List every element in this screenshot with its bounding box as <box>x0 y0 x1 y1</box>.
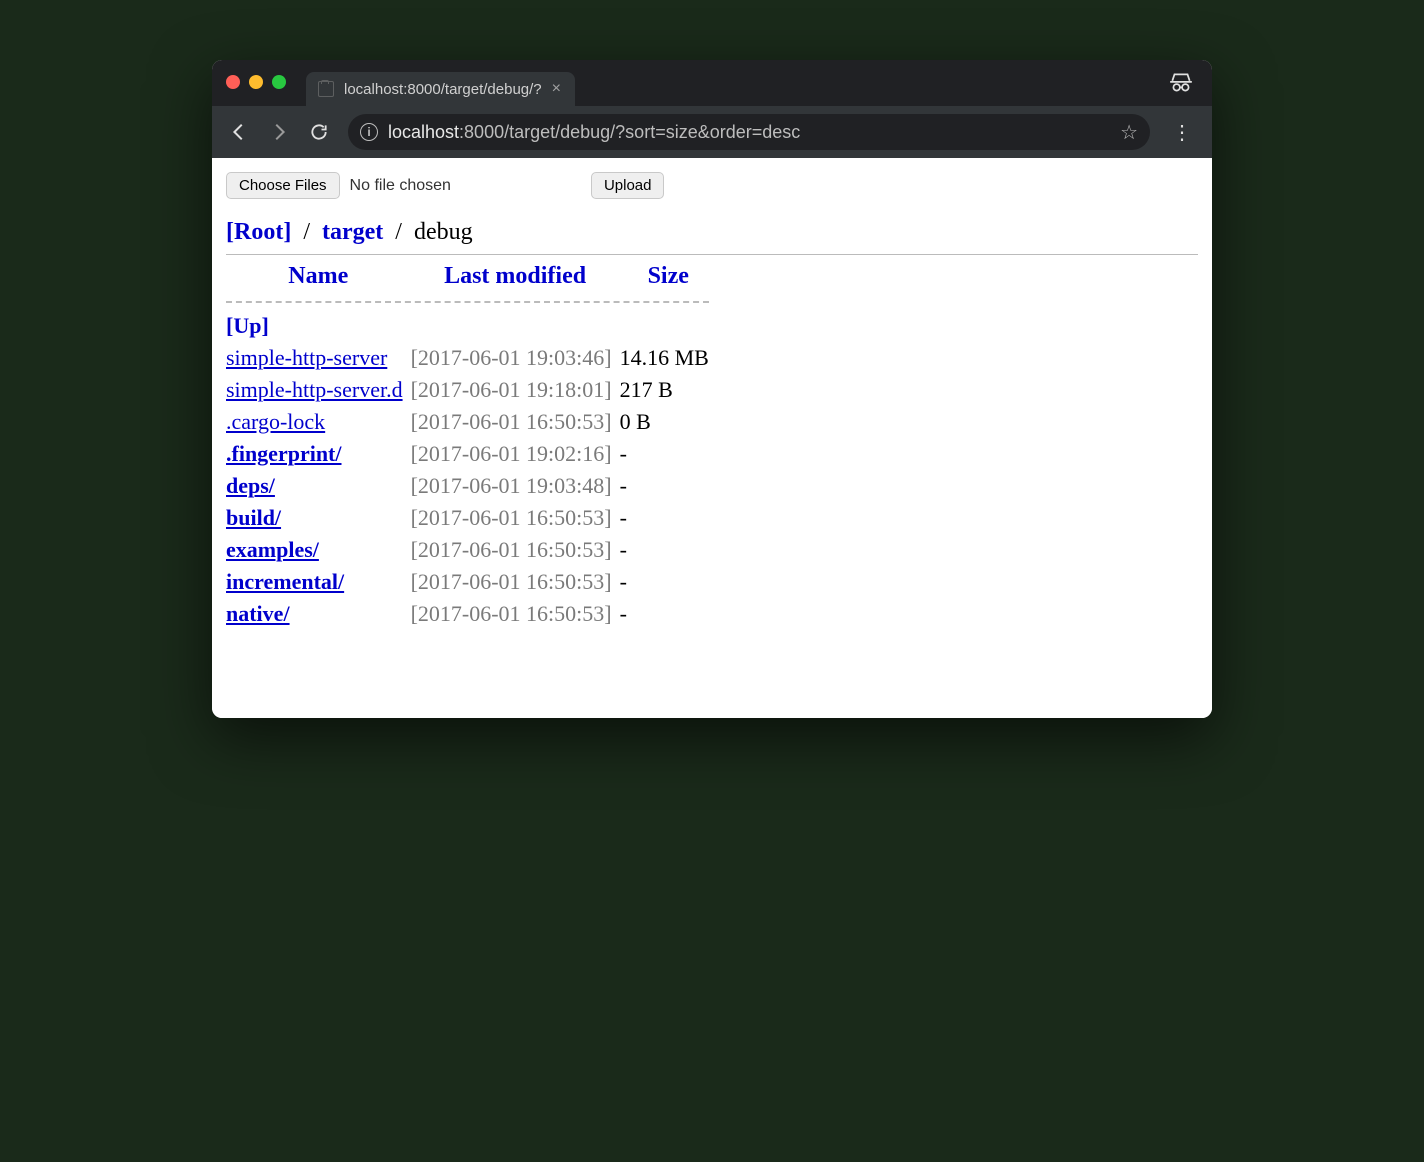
forward-button <box>262 115 296 149</box>
col-size[interactable]: Size <box>620 259 717 294</box>
folder-link[interactable]: native/ <box>226 601 290 626</box>
url-text: localhost:8000/target/debug/?sort=size&o… <box>388 122 1110 143</box>
table-row: .fingerprint/ [2017-06-01 19:02:16]- <box>226 438 717 470</box>
file-size: - <box>620 438 717 470</box>
table-row: incremental/ [2017-06-01 16:50:53]- <box>226 566 717 598</box>
file-modified: [2017-06-01 19:18:01] <box>411 374 620 406</box>
browser-window: localhost:8000/target/debug/? × i lo <box>212 60 1212 718</box>
file-modified: [2017-06-01 19:02:16] <box>411 438 620 470</box>
folder-link[interactable]: examples/ <box>226 537 319 562</box>
site-info-icon[interactable]: i <box>360 123 378 141</box>
minimize-window-button[interactable] <box>249 75 263 89</box>
close-tab-icon[interactable]: × <box>552 80 561 98</box>
breadcrumb: [Root] / target / debug <box>226 219 1198 246</box>
file-link[interactable]: .cargo-lock <box>226 409 325 434</box>
table-row: simple-http-server.d [2017-06-01 19:18:01… <box>226 374 717 406</box>
incognito-icon <box>1168 70 1194 96</box>
divider <box>226 254 1198 255</box>
file-size: 14.16 MB <box>620 342 717 374</box>
file-modified: [2017-06-01 16:50:53] <box>411 566 620 598</box>
file-modified: [2017-06-01 16:50:53] <box>411 534 620 566</box>
table-row: native/ [2017-06-01 16:50:53]- <box>226 598 717 630</box>
file-table: Name Last modified Size [Up] simple-http… <box>226 259 717 630</box>
file-link[interactable]: simple-http-server <box>226 345 387 370</box>
reload-button[interactable] <box>302 115 336 149</box>
menu-button[interactable]: ⋮ <box>1162 120 1202 145</box>
file-size: - <box>620 470 717 502</box>
file-modified: [2017-06-01 16:50:53] <box>411 502 620 534</box>
col-name[interactable]: Name <box>226 259 411 294</box>
address-bar[interactable]: i localhost:8000/target/debug/?sort=size… <box>348 114 1150 150</box>
titlebar: localhost:8000/target/debug/? × <box>212 60 1212 106</box>
file-modified: [2017-06-01 19:03:46] <box>411 342 620 374</box>
toolbar: i localhost:8000/target/debug/?sort=size… <box>212 106 1212 158</box>
table-row: .cargo-lock [2017-06-01 16:50:53]0 B <box>226 406 717 438</box>
breadcrumb-current: debug <box>414 219 473 245</box>
folder-link[interactable]: build/ <box>226 505 281 530</box>
file-size: - <box>620 598 717 630</box>
breadcrumb-root[interactable]: [Root] <box>226 219 291 245</box>
window-controls <box>226 75 286 89</box>
table-row: examples/ [2017-06-01 16:50:53]- <box>226 534 717 566</box>
table-row: simple-http-server [2017-06-01 19:03:46]1… <box>226 342 717 374</box>
file-chosen-status: No file chosen <box>350 177 451 195</box>
tab-title: localhost:8000/target/debug/? <box>344 81 542 98</box>
bookmark-icon[interactable]: ☆ <box>1120 120 1138 145</box>
file-size: 217 B <box>620 374 717 406</box>
file-modified: [2017-06-01 16:50:53] <box>411 406 620 438</box>
folder-link[interactable]: deps/ <box>226 473 275 498</box>
table-row: deps/ [2017-06-01 19:03:48]- <box>226 470 717 502</box>
file-size: 0 B <box>620 406 717 438</box>
close-window-button[interactable] <box>226 75 240 89</box>
folder-link[interactable]: .fingerprint/ <box>226 441 342 466</box>
col-modified[interactable]: Last modified <box>411 259 620 294</box>
folder-link[interactable]: incremental/ <box>226 569 344 594</box>
page-content: Choose Files No file chosen Upload [Root… <box>212 158 1212 718</box>
file-icon <box>318 81 334 97</box>
up-row: [Up] <box>226 310 717 342</box>
file-modified: [2017-06-01 16:50:53] <box>411 598 620 630</box>
file-link[interactable]: simple-http-server.d <box>226 377 403 402</box>
up-link[interactable]: [Up] <box>226 313 269 338</box>
choose-files-button[interactable]: Choose Files <box>226 172 340 199</box>
file-size: - <box>620 566 717 598</box>
back-button[interactable] <box>222 115 256 149</box>
browser-tab[interactable]: localhost:8000/target/debug/? × <box>306 72 575 106</box>
file-size: - <box>620 502 717 534</box>
file-size: - <box>620 534 717 566</box>
table-row: build/ [2017-06-01 16:50:53]- <box>226 502 717 534</box>
file-modified: [2017-06-01 19:03:48] <box>411 470 620 502</box>
upload-button[interactable]: Upload <box>591 172 665 199</box>
upload-form: Choose Files No file chosen Upload <box>226 172 1198 199</box>
maximize-window-button[interactable] <box>272 75 286 89</box>
breadcrumb-target[interactable]: target <box>322 219 383 245</box>
